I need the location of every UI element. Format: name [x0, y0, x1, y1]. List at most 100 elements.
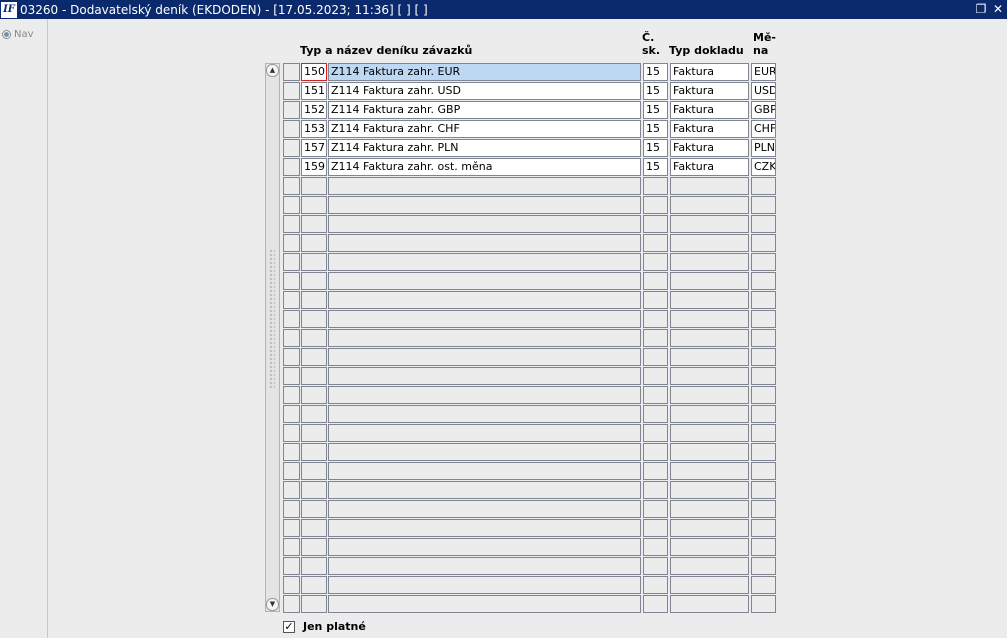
cell-group[interactable]: [643, 443, 668, 461]
row-selector[interactable]: [283, 386, 300, 404]
grid-scrollbar[interactable]: ▲ ▼: [265, 63, 280, 612]
row-selector[interactable]: [283, 82, 300, 100]
cell-journal-name[interactable]: [328, 500, 641, 518]
cell-type-number[interactable]: [301, 253, 327, 271]
cell-group[interactable]: [643, 405, 668, 423]
cell-group[interactable]: [643, 538, 668, 556]
cell-document-type[interactable]: [670, 443, 749, 461]
cell-group[interactable]: 15: [643, 120, 668, 138]
cell-group[interactable]: 15: [643, 82, 668, 100]
cell-type-number[interactable]: [301, 291, 327, 309]
cell-type-number[interactable]: [301, 538, 327, 556]
row-selector[interactable]: [283, 348, 300, 366]
cell-currency[interactable]: GBP: [751, 101, 776, 119]
row-selector[interactable]: [283, 500, 300, 518]
cell-currency[interactable]: [751, 310, 776, 328]
cell-currency[interactable]: [751, 443, 776, 461]
cell-journal-name[interactable]: [328, 291, 641, 309]
cell-document-type[interactable]: [670, 329, 749, 347]
cell-journal-name[interactable]: [328, 310, 641, 328]
cell-document-type[interactable]: Faktura: [670, 63, 749, 81]
cell-group[interactable]: [643, 272, 668, 290]
cell-type-number[interactable]: [301, 386, 327, 404]
cell-journal-name[interactable]: Z114 Faktura zahr. PLN: [328, 139, 641, 157]
cell-currency[interactable]: [751, 386, 776, 404]
cell-journal-name[interactable]: Z114 Faktura zahr. ost. měna: [328, 158, 641, 176]
row-selector[interactable]: [283, 576, 300, 594]
cell-journal-name[interactable]: [328, 177, 641, 195]
cell-group[interactable]: [643, 386, 668, 404]
cell-type-number[interactable]: 157: [301, 139, 327, 157]
cell-document-type[interactable]: [670, 291, 749, 309]
cell-journal-name[interactable]: [328, 576, 641, 594]
cell-currency[interactable]: CZK: [751, 158, 776, 176]
cell-group[interactable]: [643, 595, 668, 613]
cell-currency[interactable]: [751, 291, 776, 309]
cell-type-number[interactable]: 151: [301, 82, 327, 100]
cell-journal-name[interactable]: [328, 272, 641, 290]
cell-journal-name[interactable]: [328, 253, 641, 271]
row-selector[interactable]: [283, 481, 300, 499]
row-selector[interactable]: [283, 177, 300, 195]
cell-group[interactable]: [643, 253, 668, 271]
cell-type-number[interactable]: [301, 234, 327, 252]
cell-document-type[interactable]: [670, 310, 749, 328]
row-selector[interactable]: [283, 557, 300, 575]
cell-group[interactable]: [643, 557, 668, 575]
row-selector[interactable]: [283, 272, 300, 290]
cell-journal-name[interactable]: [328, 196, 641, 214]
cell-type-number[interactable]: [301, 481, 327, 499]
cell-journal-name[interactable]: [328, 329, 641, 347]
cell-type-number[interactable]: [301, 272, 327, 290]
cell-group[interactable]: 15: [643, 158, 668, 176]
cell-document-type[interactable]: Faktura: [670, 82, 749, 100]
cell-document-type[interactable]: [670, 405, 749, 423]
cell-type-number[interactable]: [301, 310, 327, 328]
cell-document-type[interactable]: [670, 462, 749, 480]
cell-journal-name[interactable]: [328, 348, 641, 366]
cell-type-number[interactable]: [301, 500, 327, 518]
cell-document-type[interactable]: [670, 215, 749, 233]
cell-currency[interactable]: CHF: [751, 120, 776, 138]
cell-document-type[interactable]: [670, 576, 749, 594]
cell-document-type[interactable]: [670, 538, 749, 556]
cell-currency[interactable]: [751, 424, 776, 442]
cell-currency[interactable]: [751, 367, 776, 385]
row-selector[interactable]: [283, 405, 300, 423]
cell-type-number[interactable]: [301, 424, 327, 442]
row-selector[interactable]: [283, 63, 300, 81]
row-selector[interactable]: [283, 253, 300, 271]
cell-currency[interactable]: [751, 177, 776, 195]
cell-journal-name[interactable]: [328, 481, 641, 499]
cell-group[interactable]: [643, 500, 668, 518]
cell-type-number[interactable]: 152: [301, 101, 327, 119]
cell-group[interactable]: [643, 215, 668, 233]
cell-journal-name[interactable]: [328, 367, 641, 385]
cell-type-number[interactable]: [301, 595, 327, 613]
cell-journal-name[interactable]: [328, 595, 641, 613]
cell-journal-name[interactable]: Z114 Faktura zahr. EUR: [328, 63, 641, 81]
cell-currency[interactable]: EUR: [751, 63, 776, 81]
cell-currency[interactable]: [751, 405, 776, 423]
row-selector[interactable]: [283, 424, 300, 442]
cell-group[interactable]: [643, 177, 668, 195]
cell-group[interactable]: [643, 329, 668, 347]
cell-document-type[interactable]: [670, 234, 749, 252]
nav-toggle[interactable]: Nav: [2, 29, 34, 40]
cell-journal-name[interactable]: [328, 538, 641, 556]
row-selector[interactable]: [283, 196, 300, 214]
cell-currency[interactable]: [751, 462, 776, 480]
cell-currency[interactable]: [751, 538, 776, 556]
cell-journal-name[interactable]: [328, 386, 641, 404]
cell-journal-name[interactable]: Z114 Faktura zahr. CHF: [328, 120, 641, 138]
cell-journal-name[interactable]: Z114 Faktura zahr. USD: [328, 82, 641, 100]
cell-document-type[interactable]: [670, 253, 749, 271]
cell-currency[interactable]: PLN: [751, 139, 776, 157]
cell-group[interactable]: [643, 234, 668, 252]
cell-type-number[interactable]: [301, 196, 327, 214]
row-selector[interactable]: [283, 538, 300, 556]
cell-group[interactable]: 15: [643, 63, 668, 81]
cell-currency[interactable]: USD: [751, 82, 776, 100]
cell-type-number[interactable]: [301, 557, 327, 575]
cell-group[interactable]: 15: [643, 139, 668, 157]
